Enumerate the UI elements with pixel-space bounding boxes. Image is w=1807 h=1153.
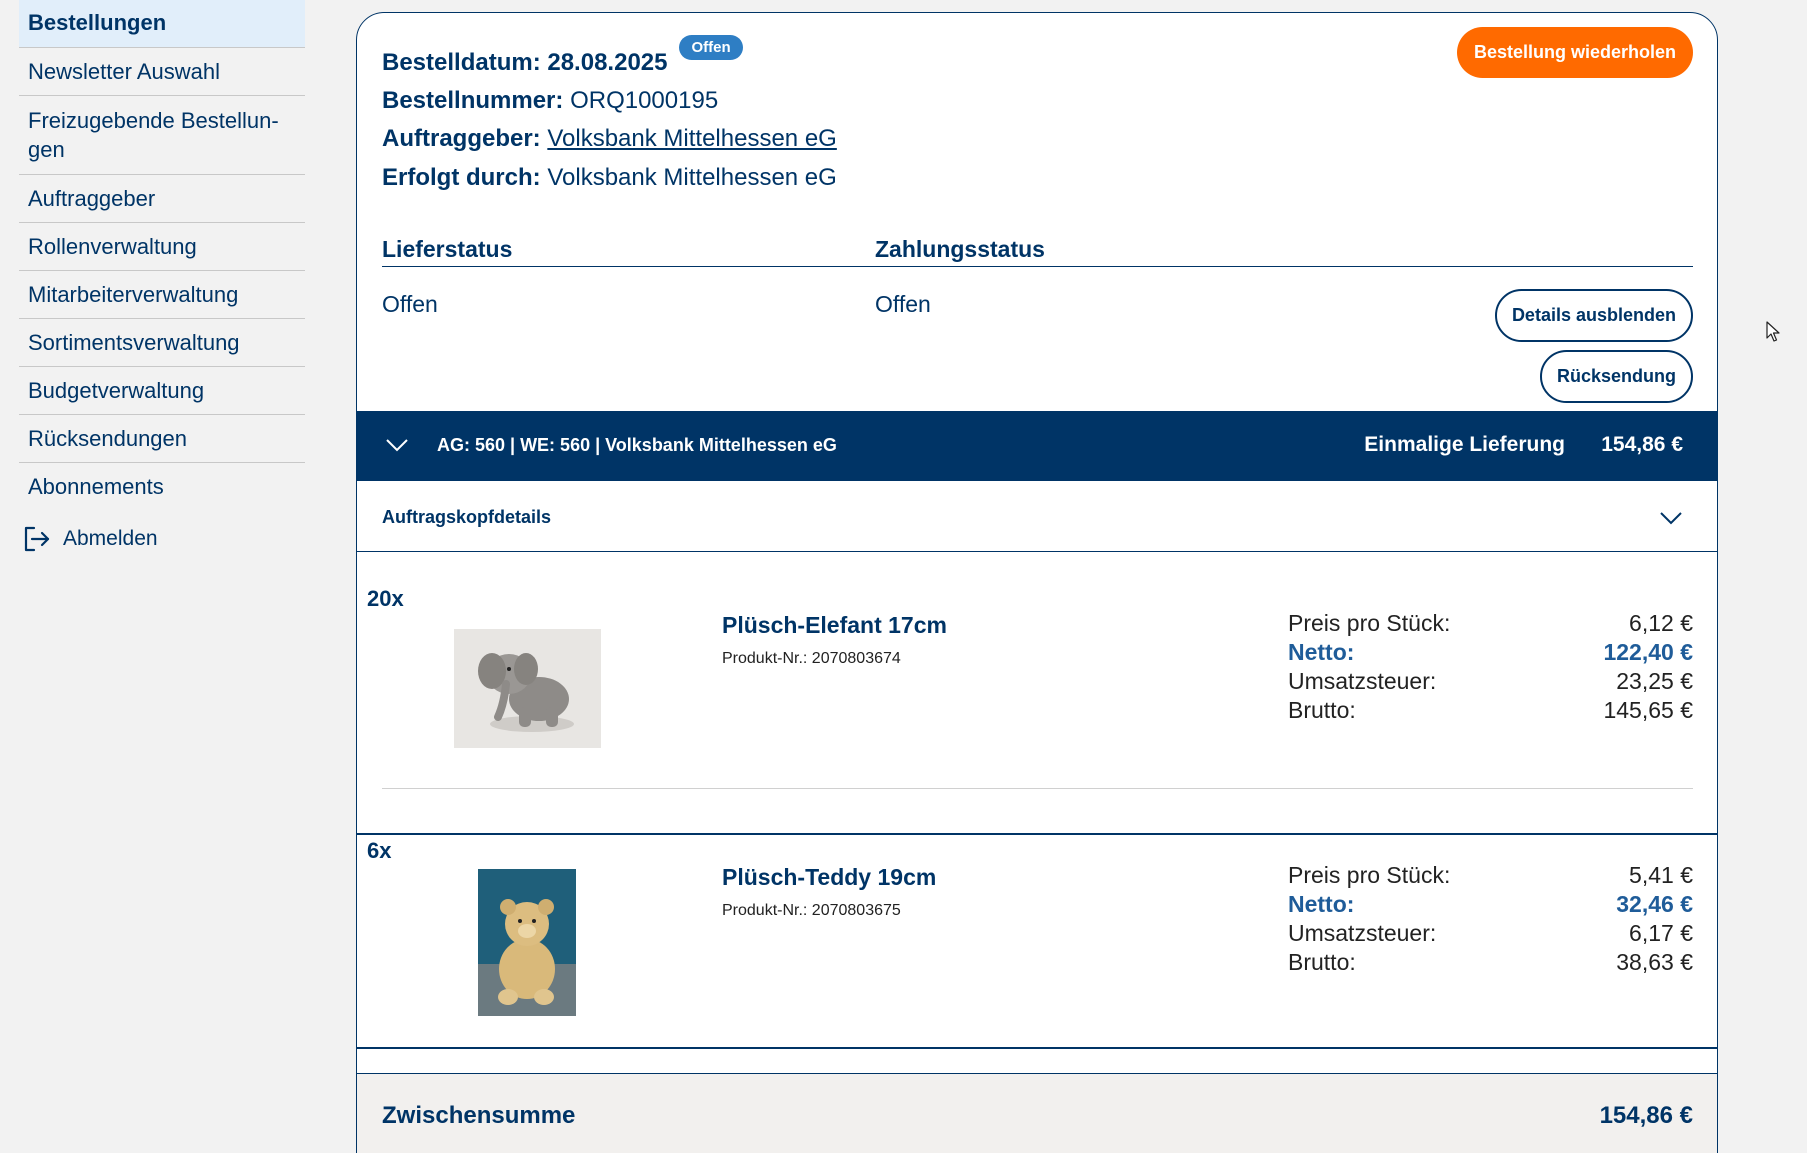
status-header: Lieferstatus Zahlungsstatus [382,223,1693,267]
brutto-value: 145,65 € [1603,697,1693,723]
tax-label: Umsatzsteuer: [1288,668,1437,694]
product-image[interactable] [478,869,576,1016]
unit-price-row: Preis pro Stück: 5,41 € [1288,862,1693,891]
netto-label: Netto: [1288,639,1355,665]
netto-value: 122,40 € [1603,639,1693,665]
accordion-label: Auftragskopfdetails [382,507,552,527]
unit-price-value: 5,41 € [1629,862,1693,888]
subtotal-label: Zwischensumme [382,1102,576,1129]
product-quantity: 20x [367,586,404,611]
logout-label: Abmelden [63,527,158,550]
netto-value: 32,46 € [1616,891,1693,917]
product-name[interactable]: Plüsch-Teddy 19cm [722,864,936,891]
unit-price-label: Preis pro Stück: [1288,862,1451,888]
chevron-down-icon[interactable] [1659,507,1683,527]
logout-icon [24,526,50,552]
product-image[interactable] [454,629,601,748]
return-button[interactable]: Rücksendung [1539,350,1693,403]
logout-link[interactable]: Abmelden [21,524,305,554]
netto-row: Netto: 122,40 € [1288,639,1693,668]
product-prices: Preis pro Stück: 6,12 € Netto: 122,40 € Um… [1288,610,1693,726]
mouse-cursor-icon [1766,321,1780,342]
order-placed-by-label: Erfolgt durch: [382,164,541,191]
delivery-total: 154,86 € [1601,433,1683,456]
product-prices: Preis pro Stück: 5,41 € Netto: 32,46 € Ums… [1288,862,1693,978]
sidebar: Bestellungen Newsletter Auswahl Freizuge… [19,0,305,554]
order-header: Bestelldatum: 28.08.2025 Offen [382,35,743,77]
tax-value: 23,25 € [1616,668,1693,694]
product-name[interactable]: Plüsch-Elefant 17cm [722,612,947,639]
order-client: Auftraggeber: Volksbank Mittelhessen eG [382,125,837,153]
tax-row: Umsatzsteuer: 23,25 € [1288,668,1693,697]
divider [357,833,1717,835]
unit-price-row: Preis pro Stück: 6,12 € [1288,610,1693,639]
chevron-down-icon[interactable] [385,433,409,457]
unit-price-value: 6,12 € [1629,610,1693,636]
product-number: Produkt-Nr.: 2070803675 [722,902,901,919]
brutto-label: Brutto: [1288,949,1356,975]
payment-status-value: Offen [875,291,931,317]
divider [382,788,1693,789]
brutto-row: Brutto: 145,65 € [1288,697,1693,726]
order-number-label: Bestellnummer: [382,87,564,114]
tax-row: Umsatzsteuer: 6,17 € [1288,920,1693,949]
sidebar-item-abonnements[interactable]: Abonnements [19,463,305,510]
sidebar-item-bestellungen[interactable]: Bestellungen [19,0,305,48]
order-card: Bestelldatum: 28.08.2025 Offen Bestellun… [356,12,1718,1153]
order-client-link[interactable]: Volksbank Mittelhessen eG [547,125,837,152]
sidebar-item-newsletter[interactable]: Newsletter Auswahl [19,48,305,96]
order-number: Bestellnummer: ORQ1000195 [382,87,718,115]
sidebar-item-budgetverwaltung[interactable]: Budgetverwaltung [19,367,305,415]
order-client-label: Auftraggeber: [382,125,541,152]
sidebar-item-freizugebende-bestellungen[interactable]: Freizugebende Bestellun- gen [19,96,305,175]
delivery-info: AG: 560 | WE: 560 | Volksbank Mittelhess… [437,435,837,455]
sidebar-item-auftraggeber[interactable]: Auftraggeber [19,175,305,223]
divider [357,1047,1717,1049]
payment-status-label: Zahlungsstatus [875,236,1045,262]
sidebar-item-mitarbeiterverwaltung[interactable]: Mitarbeiterverwaltung [19,271,305,319]
order-number-value: ORQ1000195 [570,87,719,114]
repeat-order-button[interactable]: Bestellung wiederholen [1456,27,1693,78]
tax-value: 6,17 € [1629,920,1693,946]
unit-price-label: Preis pro Stück: [1288,610,1451,636]
status-badge: Offen [679,35,743,60]
sidebar-item-sortimentsverwaltung[interactable]: Sortimentsverwaltung [19,319,305,367]
order-placed-by: Erfolgt durch: Volksbank Mittelhessen eG [382,164,837,192]
sidebar-item-rollenverwaltung[interactable]: Rollenverwaltung [19,223,305,271]
hide-details-button[interactable]: Details ausblenden [1494,289,1693,342]
subtotal-row: Zwischensumme 154,86 € [357,1073,1717,1153]
tax-label: Umsatzsteuer: [1288,920,1437,946]
netto-row: Netto: 32,46 € [1288,891,1693,920]
brutto-row: Brutto: 38,63 € [1288,949,1693,978]
product-quantity: 6x [367,838,392,863]
product-number: Produkt-Nr.: 2070803674 [722,650,901,667]
order-header-details-accordion[interactable]: Auftragskopfdetails [357,481,1717,552]
delivery-status-label: Lieferstatus [382,236,513,262]
brutto-label: Brutto: [1288,697,1356,723]
order-placed-by-value: Volksbank Mittelhessen eG [547,164,837,191]
order-date: Bestelldatum: 28.08.2025 [382,49,668,76]
brutto-value: 38,63 € [1616,949,1693,975]
delivery-status-value: Offen [382,291,438,317]
subtotal-value: 154,86 € [1599,1102,1693,1129]
delivery-bar[interactable]: AG: 560 | WE: 560 | Volksbank Mittelhess… [357,411,1717,481]
netto-label: Netto: [1288,891,1355,917]
sidebar-item-ruecksendungen[interactable]: Rücksendungen [19,415,305,463]
delivery-type: Einmalige Lieferung [1364,433,1565,456]
